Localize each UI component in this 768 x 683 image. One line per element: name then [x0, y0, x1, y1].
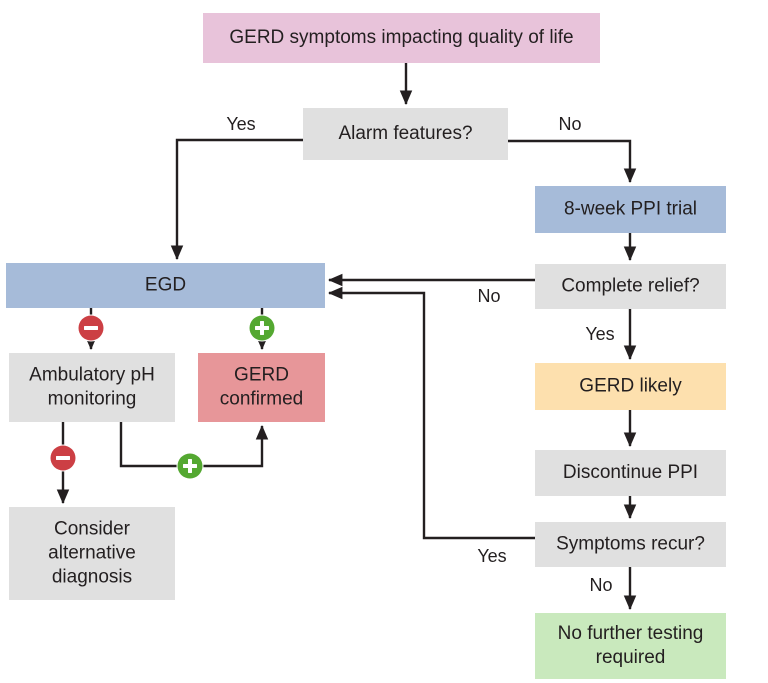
node-label-no-further-testing: No further testing — [558, 623, 704, 644]
node-symptoms-recur[interactable]: Symptoms recur? — [535, 522, 726, 567]
node-discontinue-ppi[interactable]: Discontinue PPI — [535, 450, 726, 496]
badge-vertical-bar — [260, 321, 264, 335]
badge-horizontal-bar — [84, 326, 98, 330]
node-label-ambulatory-ph: monitoring — [48, 389, 137, 410]
node-label-consider-alternative: alternative — [48, 543, 136, 564]
node-label-symptoms-recur: Symptoms recur? — [556, 534, 705, 555]
node-label-gerd-likely: GERD likely — [579, 376, 682, 397]
node-no-further-testing[interactable]: No further testing required — [535, 613, 726, 679]
node-label-ambulatory-ph: Ambulatory pH — [29, 365, 155, 386]
node-label-complete-relief: Complete relief? — [561, 276, 699, 297]
edge-alarm-yes-to-egd: Yes — [170, 114, 303, 260]
edge-complete-relief-yes-to-likely: Yes — [585, 309, 637, 360]
node-consider-alternative[interactable]: Consider alternative diagnosis — [9, 507, 175, 600]
node-label-egd: EGD — [145, 275, 186, 296]
node-label-no-further-testing: required — [596, 647, 666, 668]
node-label-alarm-features: Alarm features? — [338, 123, 472, 144]
node-complete-relief[interactable]: Complete relief? — [535, 264, 726, 309]
node-gerd-likely[interactable]: GERD likely — [535, 363, 726, 410]
node-label-gerd-confirmed: GERD — [234, 365, 289, 386]
positive-result-badge — [176, 452, 204, 480]
edge-recur-yes-to-egd: Yes — [328, 286, 535, 566]
node-label-gerd-symptoms: GERD symptoms impacting quality of life — [229, 27, 573, 48]
node-gerd-symptoms[interactable]: GERD symptoms impacting quality of life — [203, 13, 600, 63]
node-label-ppi-trial: 8-week PPI trial — [564, 199, 697, 220]
edge-label-alarm-no-to-ppi: No — [558, 114, 581, 134]
badge-horizontal-bar — [56, 456, 70, 460]
edge-line — [508, 139, 637, 183]
node-label-consider-alternative: Consider — [54, 519, 131, 540]
node-alarm-features[interactable]: Alarm features? — [303, 108, 508, 160]
edge-recur-no-to-no-testing: No — [589, 567, 637, 610]
flowchart-canvas: Yes No No Yes Yes No GERD symptoms impacting … — [6, 13, 726, 679]
node-label-discontinue-ppi: Discontinue PPI — [563, 462, 698, 483]
node-label-consider-alternative: diagnosis — [52, 567, 132, 588]
edge-label-recur-no-to-no-testing: No — [589, 575, 612, 595]
positive-result-badge — [248, 314, 276, 342]
node-ambulatory-ph[interactable]: Ambulatory pH monitoring — [9, 353, 175, 422]
edge-label-complete-relief-yes-to-likely: Yes — [585, 324, 614, 344]
edge-label-complete-relief-no-to-egd: No — [477, 286, 500, 306]
negative-result-badge — [77, 314, 105, 342]
node-gerd-confirmed[interactable]: GERD confirmed — [198, 353, 325, 422]
node-ppi-trial[interactable]: 8-week PPI trial — [535, 186, 726, 233]
negative-result-badge — [49, 444, 77, 472]
nodes-layer: GERD symptoms impacting quality of life A… — [6, 13, 726, 679]
edge-label-recur-yes-to-egd: Yes — [477, 546, 506, 566]
node-box-ambulatory-ph — [9, 353, 175, 422]
edge-label-alarm-yes-to-egd: Yes — [226, 114, 255, 134]
edge-alarm-no-to-ppi: No — [508, 114, 637, 183]
gerd-flowchart-diagram: Yes No No Yes Yes No GERD symptoms impacting … — [0, 0, 768, 683]
node-label-gerd-confirmed: confirmed — [220, 389, 303, 410]
edge-line — [328, 286, 535, 540]
edge-line — [170, 138, 303, 260]
node-box-gerd-confirmed — [198, 353, 325, 422]
node-egd[interactable]: EGD — [6, 263, 325, 308]
badge-vertical-bar — [188, 459, 192, 473]
